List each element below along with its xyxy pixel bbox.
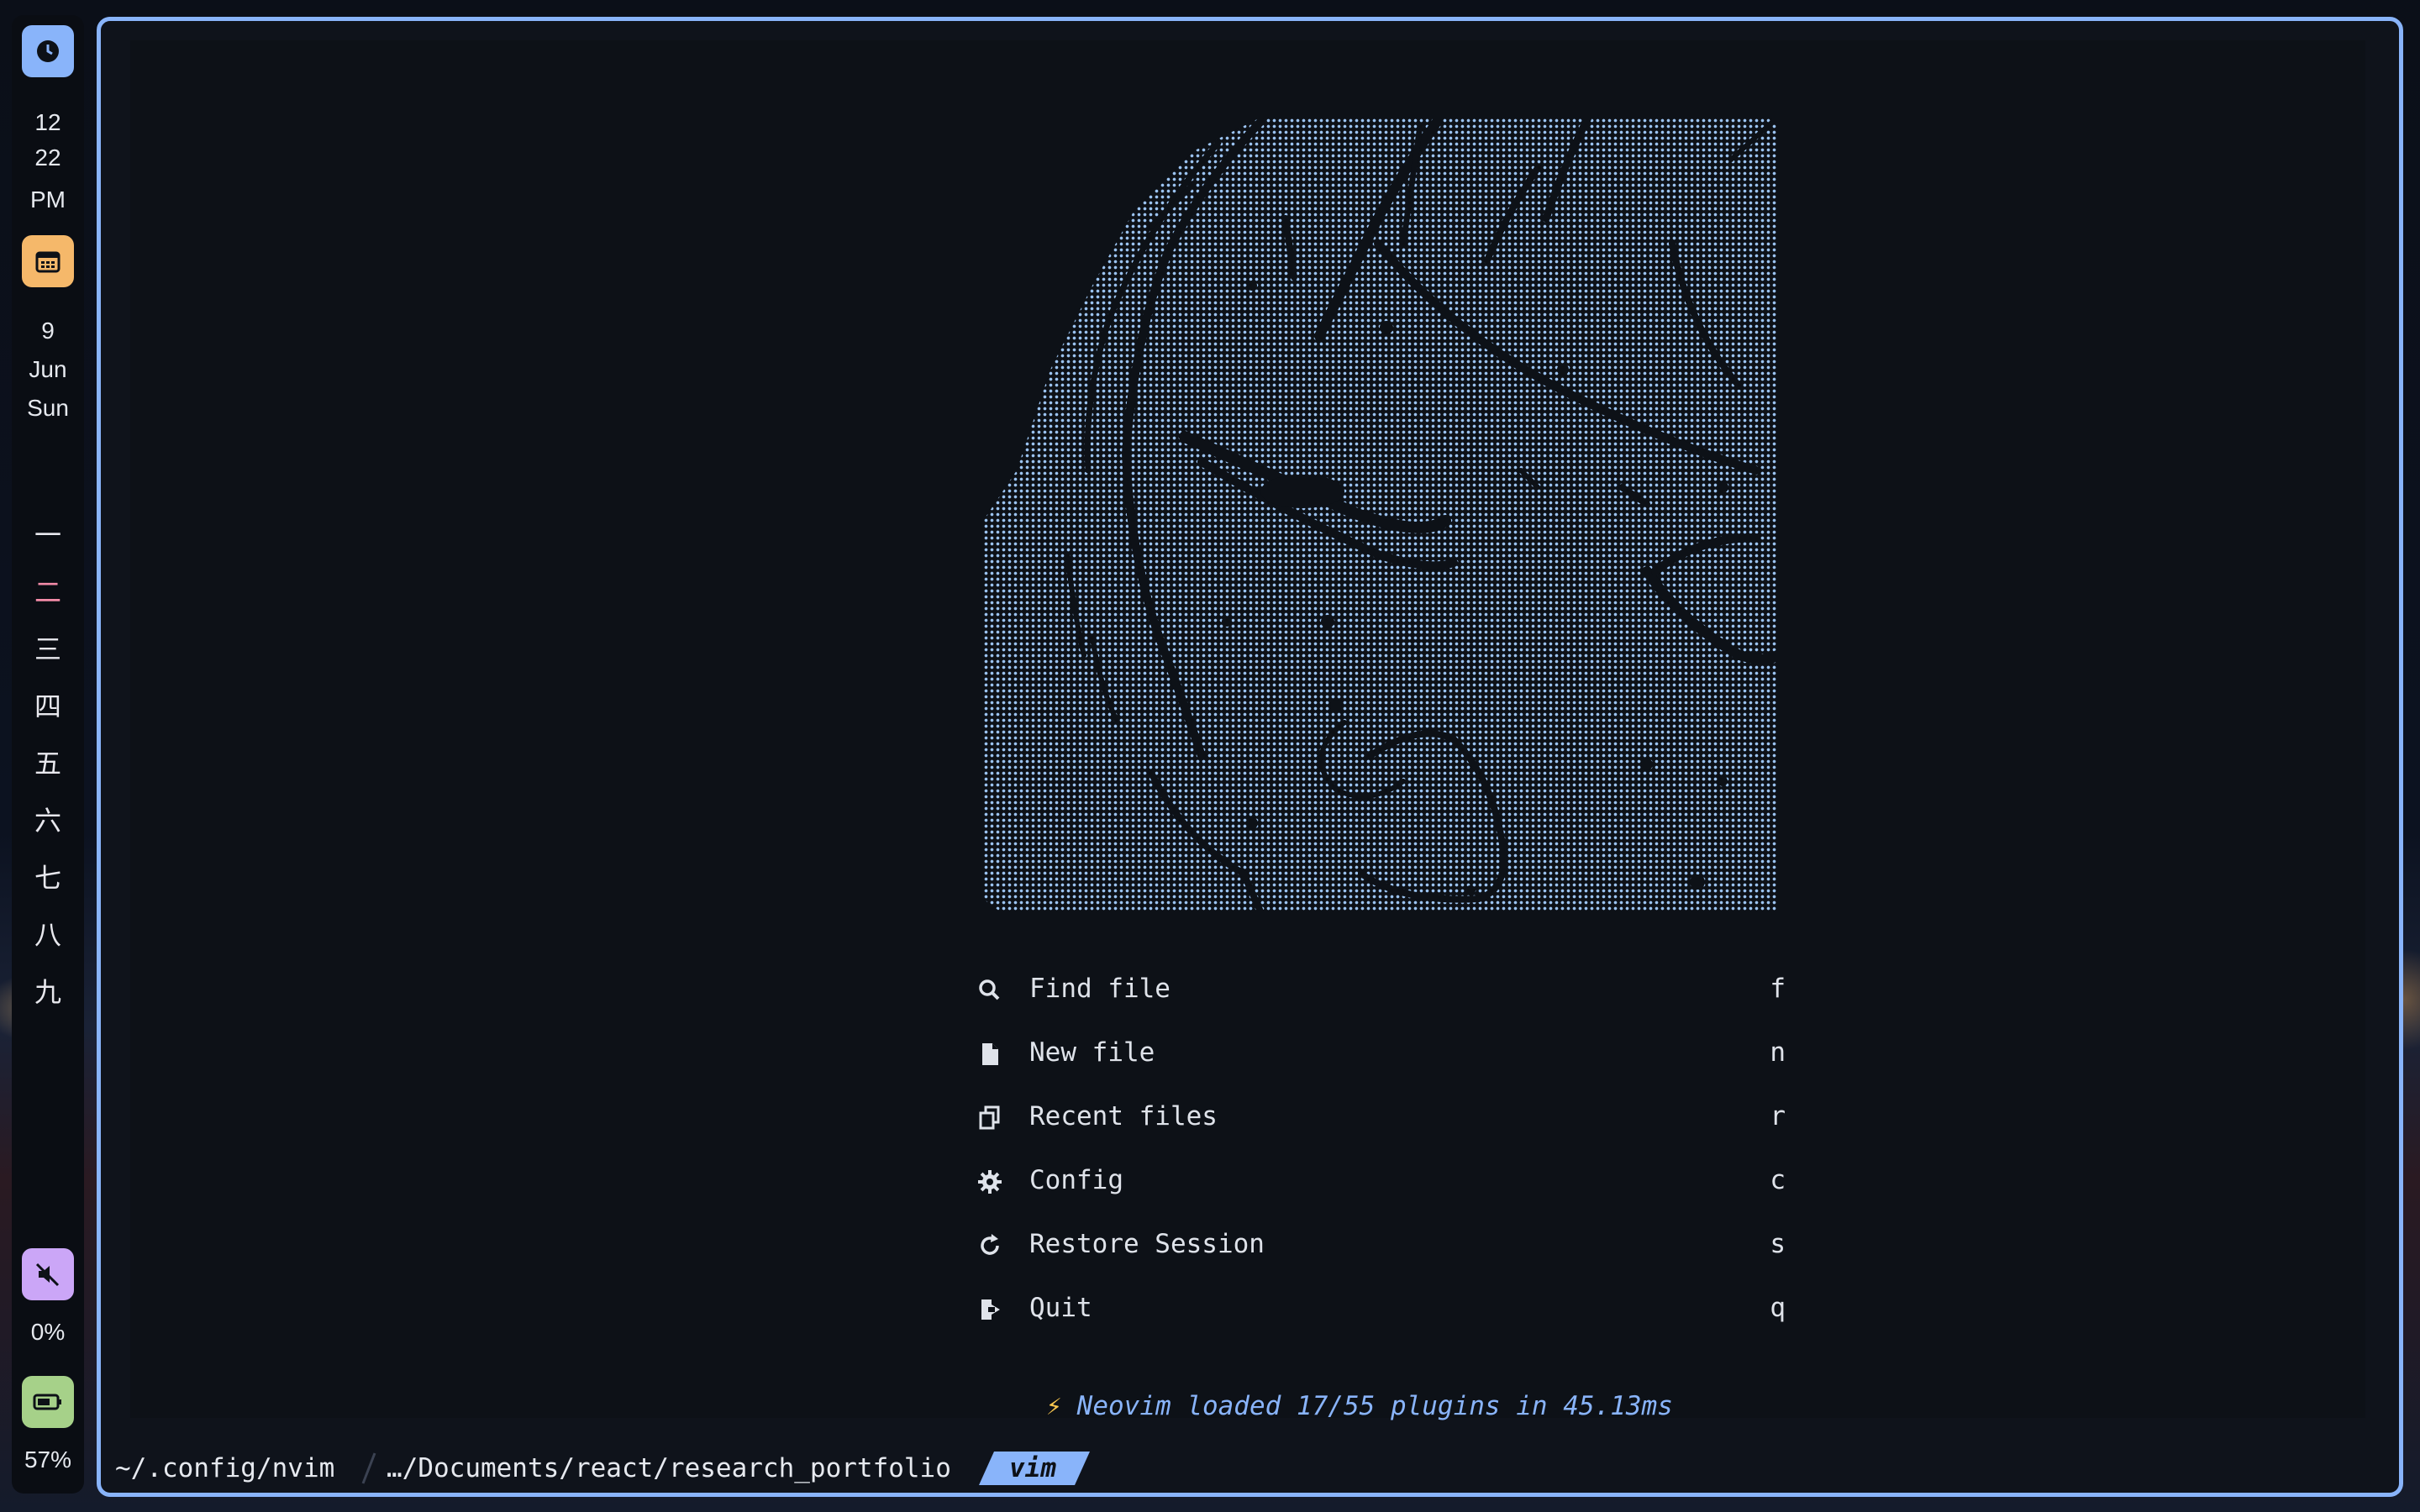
menu-item-label: Find file bbox=[1029, 974, 1171, 1004]
workspace-2[interactable]: 二 bbox=[12, 571, 84, 610]
workspace-7[interactable]: 七 bbox=[12, 857, 84, 895]
statusline-separator bbox=[361, 1452, 376, 1484]
statusline-cwd[interactable]: ~/.config/nvim bbox=[115, 1452, 334, 1485]
battery-value: 57% bbox=[24, 1446, 72, 1473]
menu-item-label: Quit bbox=[1029, 1293, 1092, 1323]
menu-item-shortcut: s bbox=[1770, 1229, 1786, 1259]
menu-item-quit[interactable]: Quit q bbox=[975, 1288, 1786, 1330]
clock-icon bbox=[22, 25, 74, 77]
menu-item-label: Recent files bbox=[1029, 1101, 1218, 1131]
menu-item-label: Restore Session bbox=[1029, 1229, 1265, 1259]
clock-period: PM bbox=[30, 186, 66, 213]
menu-item-new-file[interactable]: New file n bbox=[975, 1032, 1786, 1074]
statusline-path[interactable]: …/Documents/react/research_portfolio bbox=[387, 1452, 951, 1485]
menu-item-find-file[interactable]: Find file f bbox=[975, 969, 1786, 1011]
menu-item-label: New file bbox=[1029, 1037, 1155, 1068]
workspace-8[interactable]: 八 bbox=[12, 914, 84, 953]
quit-icon bbox=[975, 1294, 1005, 1325]
statusline-mode: vim bbox=[979, 1452, 1090, 1485]
lightning-icon: ⚡ bbox=[1046, 1391, 1062, 1421]
workspace-3[interactable]: 三 bbox=[12, 628, 84, 667]
date-weekday: Sun bbox=[27, 395, 69, 421]
search-icon bbox=[975, 975, 1005, 1005]
recent-files-icon bbox=[975, 1103, 1005, 1133]
startup-stats-text: Neovim loaded 17/55 plugins in 45.13ms bbox=[1076, 1391, 1673, 1421]
volume-value: 0% bbox=[30, 1319, 66, 1345]
clock-hour: 12 bbox=[34, 109, 61, 135]
anime-face-ascii-art bbox=[983, 118, 1777, 911]
menu-item-shortcut: c bbox=[1770, 1165, 1786, 1195]
workspace-6[interactable]: 六 bbox=[12, 800, 84, 838]
menu-item-shortcut: q bbox=[1770, 1293, 1786, 1323]
menu-item-shortcut: n bbox=[1770, 1037, 1786, 1068]
date-day: 9 bbox=[41, 318, 55, 344]
clock-minute: 22 bbox=[34, 144, 61, 171]
menu-item-shortcut: r bbox=[1770, 1101, 1786, 1131]
file-icon bbox=[975, 1039, 1005, 1069]
side-status-bar: 12 22 PM 9 Jun Sun 一二三四五六七八九 0% 57% bbox=[12, 15, 84, 1494]
workspace-5[interactable]: 五 bbox=[12, 743, 84, 781]
date-month: Jun bbox=[29, 356, 67, 382]
workspace-4[interactable]: 四 bbox=[12, 685, 84, 724]
workspace-1[interactable]: 一 bbox=[12, 514, 84, 553]
muted-speaker-icon[interactable] bbox=[22, 1248, 74, 1300]
gear-icon bbox=[975, 1167, 1005, 1197]
statusline: ~/.config/nvim …/Documents/react/researc… bbox=[105, 1452, 1197, 1485]
menu-item-recent-files[interactable]: Recent files r bbox=[975, 1096, 1786, 1138]
workspace-9[interactable]: 九 bbox=[12, 971, 84, 1010]
startup-stats: ⚡ Neovim loaded 17/55 plugins in 45.13ms bbox=[1046, 1391, 1673, 1421]
menu-item-label: Config bbox=[1029, 1165, 1123, 1195]
restore-icon bbox=[975, 1231, 1005, 1261]
battery-icon[interactable] bbox=[22, 1376, 74, 1428]
menu-item-shortcut: f bbox=[1770, 974, 1786, 1004]
neovim-dashboard: Find file f New file n Recent files r Config c R… bbox=[130, 40, 2365, 1421]
menu-item-config[interactable]: Config c bbox=[975, 1160, 1786, 1202]
menu-item-restore-session[interactable]: Restore Session s bbox=[975, 1224, 1786, 1266]
calendar-icon bbox=[22, 235, 74, 287]
